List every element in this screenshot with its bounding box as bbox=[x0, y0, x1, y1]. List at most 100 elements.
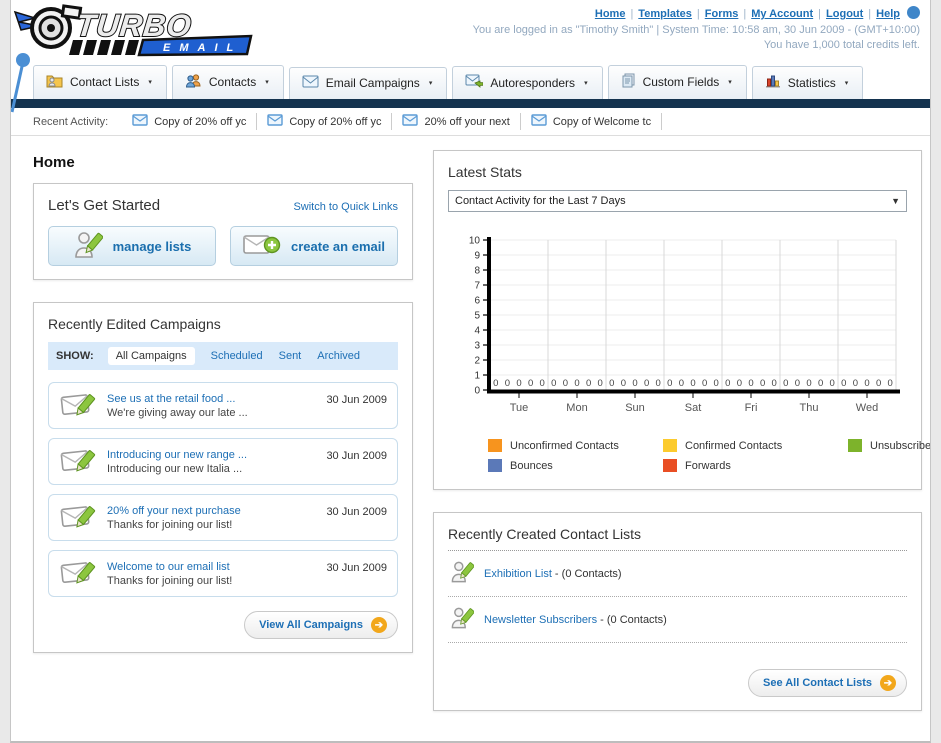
manage-lists-button[interactable]: manage lists bbox=[48, 226, 216, 266]
svg-text:0: 0 bbox=[876, 378, 881, 389]
svg-text:Wed: Wed bbox=[856, 402, 878, 414]
svg-text:0: 0 bbox=[516, 378, 521, 389]
contact-lists-icon bbox=[46, 73, 63, 91]
separator: | bbox=[696, 8, 700, 20]
svg-text:9: 9 bbox=[474, 251, 480, 262]
svg-text:0: 0 bbox=[725, 378, 730, 389]
view-all-campaigns-button[interactable]: View All Campaigns ➔ bbox=[244, 611, 398, 639]
tab-label: Autoresponders bbox=[490, 75, 576, 90]
stats-period-select[interactable]: Contact Activity for the Last 7 Days ▼ bbox=[448, 190, 907, 212]
svg-text:Tue: Tue bbox=[510, 402, 529, 414]
envelope-small-icon bbox=[402, 114, 419, 129]
header-link-logout[interactable]: Logout bbox=[826, 8, 863, 20]
campaign-title-link[interactable]: Introducing our new range ... bbox=[107, 449, 316, 461]
svg-text:0: 0 bbox=[795, 378, 800, 389]
svg-text:Sat: Sat bbox=[685, 402, 702, 414]
help-icon[interactable] bbox=[907, 6, 920, 19]
svg-text:0: 0 bbox=[528, 378, 533, 389]
tab-contacts[interactable]: Contacts ▾ bbox=[171, 65, 284, 99]
campaign-row[interactable]: See us at the retail food ... We're givin… bbox=[48, 382, 398, 429]
svg-text:0: 0 bbox=[830, 378, 835, 389]
svg-text:0: 0 bbox=[667, 378, 672, 389]
turbo-email-logo-icon: EMAIL TURBO bbox=[13, 4, 253, 57]
svg-text:0: 0 bbox=[644, 378, 649, 389]
envelope-small-icon bbox=[531, 114, 547, 129]
recent-activity-label: Recent Activity: bbox=[33, 115, 109, 128]
legend-label: Unconfirmed Contacts bbox=[510, 439, 619, 452]
svg-text:0: 0 bbox=[702, 378, 707, 389]
recent-activity-item[interactable]: Copy of 20% off yc bbox=[122, 113, 258, 130]
recent-activity-item[interactable]: Copy of 20% off yc bbox=[257, 113, 393, 130]
recent-campaigns-title: Recently Edited Campaigns bbox=[48, 316, 221, 332]
svg-text:0: 0 bbox=[551, 378, 556, 389]
header-link-help[interactable]: Help bbox=[876, 8, 900, 20]
header-link-templates[interactable]: Templates bbox=[638, 8, 692, 20]
tab-email-campaigns[interactable]: Email Campaigns ▾ bbox=[288, 67, 448, 99]
svg-text:4: 4 bbox=[474, 326, 480, 337]
campaign-date: 30 Jun 2009 bbox=[326, 562, 387, 574]
activity-item-label: Copy of 20% off yc bbox=[289, 115, 382, 128]
filter-sent[interactable]: Sent bbox=[279, 350, 302, 362]
envelope-small-icon bbox=[132, 114, 148, 129]
header-link-forms[interactable]: Forms bbox=[705, 8, 739, 20]
custom-fields-icon bbox=[621, 73, 636, 91]
see-all-contact-lists-button[interactable]: See All Contact Lists ➔ bbox=[747, 669, 907, 697]
svg-text:0: 0 bbox=[540, 378, 545, 389]
contact-list-count: - (0 Contacts) bbox=[551, 567, 622, 580]
create-an-email-button[interactable]: create an email bbox=[230, 226, 398, 266]
filter-archived[interactable]: Archived bbox=[317, 350, 360, 362]
app-logo[interactable]: EMAIL TURBO bbox=[11, 2, 283, 113]
svg-text:0: 0 bbox=[632, 378, 637, 389]
campaign-date: 30 Jun 2009 bbox=[326, 394, 387, 406]
svg-text:0: 0 bbox=[474, 386, 480, 397]
campaign-row[interactable]: 20% off your next purchase Thanks for joi… bbox=[48, 494, 398, 541]
header-link-home[interactable]: Home bbox=[595, 8, 626, 20]
svg-text:10: 10 bbox=[469, 236, 481, 247]
tab-contact-lists[interactable]: Contact Lists ▾ bbox=[33, 65, 167, 99]
tab-custom-fields[interactable]: Custom Fields ▾ bbox=[607, 65, 747, 99]
chevron-down-icon: ▾ bbox=[148, 79, 152, 86]
tab-autoresponders[interactable]: Autoresponders ▾ bbox=[452, 66, 603, 99]
recent-activity-item[interactable]: 20% off your next bbox=[392, 113, 521, 130]
svg-text:0: 0 bbox=[806, 378, 811, 389]
email-campaigns-icon bbox=[302, 75, 319, 91]
envelope-pencil-icon bbox=[59, 388, 97, 423]
contact-list-link[interactable]: Exhibition List bbox=[484, 568, 552, 580]
campaign-title-link[interactable]: 20% off your next purchase bbox=[107, 505, 316, 517]
tab-label: Contacts bbox=[208, 75, 257, 89]
svg-text:Thu: Thu bbox=[800, 402, 819, 414]
svg-text:0: 0 bbox=[574, 378, 579, 389]
switch-quick-links-link[interactable]: Switch to Quick Links bbox=[293, 201, 398, 213]
svg-text:0: 0 bbox=[818, 378, 823, 389]
get-started-panel: Let's Get Started Switch to Quick Links … bbox=[33, 183, 413, 280]
svg-text:7: 7 bbox=[474, 281, 480, 292]
header-link-my-account[interactable]: My Account bbox=[751, 8, 813, 20]
recent-activity-item[interactable]: Copy of Welcome tc bbox=[521, 113, 663, 130]
activity-item-label: 20% off your next bbox=[424, 115, 510, 128]
campaign-subtitle: Thanks for joining our list! bbox=[107, 518, 233, 531]
filter-scheduled[interactable]: Scheduled bbox=[211, 350, 263, 362]
legend-item-unsubscribes: Unsubscribes bbox=[848, 439, 930, 452]
campaign-row[interactable]: Welcome to our email list Thanks for join… bbox=[48, 550, 398, 597]
chevron-down-icon: ▼ bbox=[891, 196, 900, 206]
separator: | bbox=[818, 8, 822, 20]
svg-text:0: 0 bbox=[841, 378, 846, 389]
contact-lists-title: Recently Created Contact Lists bbox=[448, 526, 907, 551]
campaign-row[interactable]: Introducing our new range ... Introducing… bbox=[48, 438, 398, 485]
statistics-icon bbox=[765, 74, 781, 91]
tab-statistics[interactable]: Statistics ▾ bbox=[751, 66, 864, 99]
campaign-title-link[interactable]: See us at the retail food ... bbox=[107, 393, 316, 405]
contact-list-text: Exhibition List - (0 Contacts) bbox=[484, 568, 622, 580]
campaign-title-link[interactable]: Welcome to our email list bbox=[107, 561, 316, 573]
contact-list-link[interactable]: Newsletter Subscribers bbox=[484, 614, 597, 626]
separator: | bbox=[868, 8, 872, 20]
svg-text:EMAIL: EMAIL bbox=[163, 42, 242, 54]
activity-item-label: Copy of 20% off yc bbox=[154, 115, 247, 128]
tab-label: Custom Fields bbox=[642, 75, 720, 89]
svg-text:2: 2 bbox=[474, 356, 480, 367]
arrow-right-icon: ➔ bbox=[371, 617, 387, 633]
campaign-subtitle: We're giving away our late ... bbox=[107, 406, 248, 419]
filter-all-campaigns[interactable]: All Campaigns bbox=[107, 347, 195, 365]
campaign-filter-bar: SHOW: All Campaigns Scheduled Sent Archived bbox=[48, 342, 398, 370]
envelope-pencil-icon bbox=[59, 556, 97, 591]
